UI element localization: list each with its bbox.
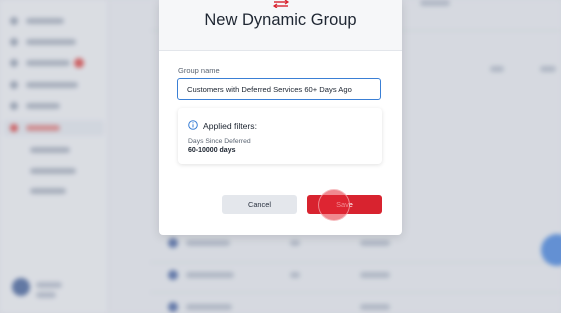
save-button[interactable]: Save: [307, 195, 382, 214]
group-name-input[interactable]: [177, 78, 381, 100]
dialog-title: New Dynamic Group: [204, 11, 357, 29]
group-name-label: Group name: [178, 66, 220, 75]
filter-name: Days Since Deferred: [188, 138, 251, 145]
cancel-button[interactable]: Cancel: [222, 195, 297, 214]
screen: New Dynamic Group Group name Applied fil…: [0, 0, 561, 313]
dialog-header: New Dynamic Group: [159, 0, 402, 51]
applied-filters-card: Applied filters: Days Since Deferred 60-…: [178, 108, 382, 164]
info-icon: [188, 120, 198, 130]
filter-value: 60-10000 days: [188, 147, 236, 154]
applied-filters-title: Applied filters:: [203, 121, 257, 131]
swap-arrows-icon: [272, 0, 290, 8]
new-dynamic-group-dialog: New Dynamic Group Group name Applied fil…: [159, 0, 402, 235]
